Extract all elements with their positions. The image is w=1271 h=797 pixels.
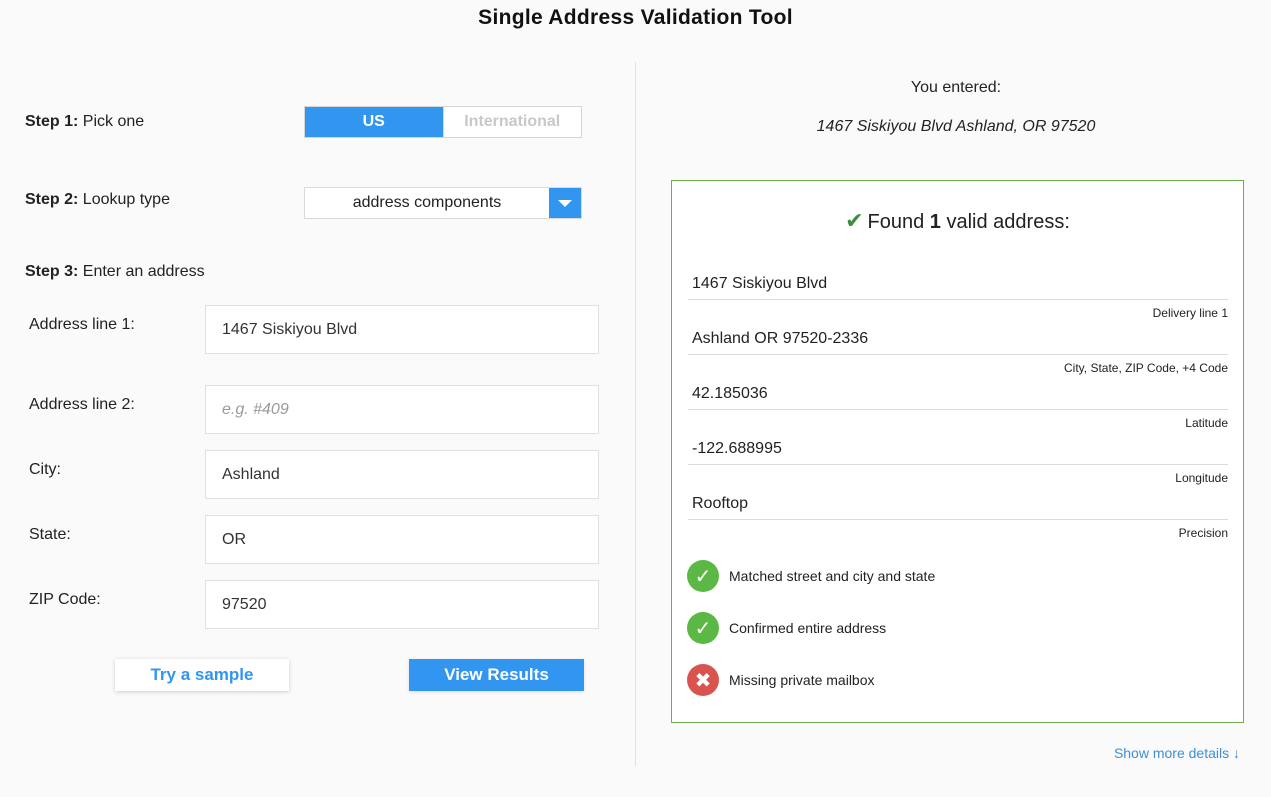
international-option-button[interactable]: International bbox=[442, 107, 581, 137]
city-label: City: bbox=[29, 461, 61, 478]
status-item-confirmed: ✓ Confirmed entire address bbox=[687, 612, 886, 644]
try-sample-button[interactable]: Try a sample bbox=[115, 659, 289, 691]
latitude-caption: Latitude bbox=[1185, 416, 1228, 430]
us-option-button[interactable]: US bbox=[305, 107, 443, 137]
city-state-zip-value: Ashland OR 97520-2336 bbox=[688, 328, 1228, 355]
step3-label: Step 3: Enter an address bbox=[25, 263, 205, 281]
step2-strong: Step 2: bbox=[25, 191, 79, 208]
found-prefix: Found bbox=[867, 211, 930, 233]
status-text: Missing private mailbox bbox=[729, 672, 875, 688]
dropdown-toggle[interactable] bbox=[549, 188, 581, 218]
page-title: Single Address Validation Tool bbox=[478, 6, 793, 29]
delivery-line-value: 1467 Siskiyou Blvd bbox=[688, 273, 1228, 300]
address-line-2-label: Address line 2: bbox=[29, 396, 135, 413]
city-state-zip-caption: City, State, ZIP Code, +4 Code bbox=[1064, 361, 1228, 375]
chevron-down-icon bbox=[558, 199, 572, 207]
you-entered-label: You entered: bbox=[910, 79, 1002, 96]
state-label: State: bbox=[29, 526, 71, 543]
step1-text: Pick one bbox=[78, 113, 145, 130]
check-circle-icon: ✓ bbox=[687, 612, 719, 644]
address-line-1-input[interactable] bbox=[205, 305, 599, 354]
entered-address: 1467 Siskiyou Blvd Ashland, OR 97520 bbox=[816, 118, 1096, 135]
result-row: Ashland OR 97520-2336 City, State, ZIP C… bbox=[688, 328, 1228, 375]
status-item-matched: ✓ Matched street and city and state bbox=[687, 560, 935, 592]
lookup-type-value: address components bbox=[352, 194, 502, 211]
found-count: 1 bbox=[929, 211, 941, 233]
status-item-missing-mailbox: ✖ Missing private mailbox bbox=[687, 664, 875, 696]
step1-strong: Step 1: bbox=[25, 113, 79, 130]
address-line-2-input[interactable] bbox=[205, 385, 599, 434]
check-circle-icon: ✓ bbox=[687, 560, 719, 592]
status-text: Matched street and city and state bbox=[729, 568, 936, 584]
status-text: Confirmed entire address bbox=[729, 620, 887, 636]
zip-label: ZIP Code: bbox=[29, 591, 101, 608]
step2-text: Lookup type bbox=[78, 191, 170, 208]
result-row: Rooftop Precision bbox=[688, 493, 1228, 540]
step3-text: Enter an address bbox=[78, 263, 205, 280]
city-input[interactable] bbox=[205, 450, 599, 499]
found-heading: ✔ Found 1 valid address: bbox=[672, 208, 1243, 234]
check-icon: ✔ bbox=[845, 208, 864, 233]
precision-caption: Precision bbox=[1178, 526, 1228, 540]
found-suffix: valid address: bbox=[940, 211, 1070, 233]
result-box: ✔ Found 1 valid address: 1467 Siskiyou Bl… bbox=[671, 180, 1244, 723]
address-line-1-label: Address line 1: bbox=[29, 316, 135, 333]
delivery-line-caption: Delivery line 1 bbox=[1152, 306, 1228, 320]
result-row: 42.185036 Latitude bbox=[688, 383, 1228, 430]
lookup-type-select[interactable]: address components bbox=[304, 187, 582, 219]
longitude-value: -122.688995 bbox=[688, 438, 1228, 465]
precision-value: Rooftop bbox=[688, 493, 1228, 520]
result-row: 1467 Siskiyou Blvd Delivery line 1 bbox=[688, 273, 1228, 320]
latitude-value: 42.185036 bbox=[688, 383, 1228, 410]
longitude-caption: Longitude bbox=[1175, 471, 1228, 485]
zip-input[interactable] bbox=[205, 580, 599, 629]
panel-divider bbox=[635, 62, 636, 766]
step3-strong: Step 3: bbox=[25, 263, 79, 280]
step1-label: Step 1: Pick one bbox=[25, 113, 144, 131]
x-circle-icon: ✖ bbox=[687, 664, 719, 696]
view-results-button[interactable]: View Results bbox=[409, 659, 584, 691]
result-row: -122.688995 Longitude bbox=[688, 438, 1228, 485]
country-toggle: US International bbox=[304, 106, 582, 138]
step2-label: Step 2: Lookup type bbox=[25, 191, 170, 209]
show-more-details-link[interactable]: Show more details ↓ bbox=[1114, 745, 1240, 761]
state-input[interactable] bbox=[205, 515, 599, 564]
